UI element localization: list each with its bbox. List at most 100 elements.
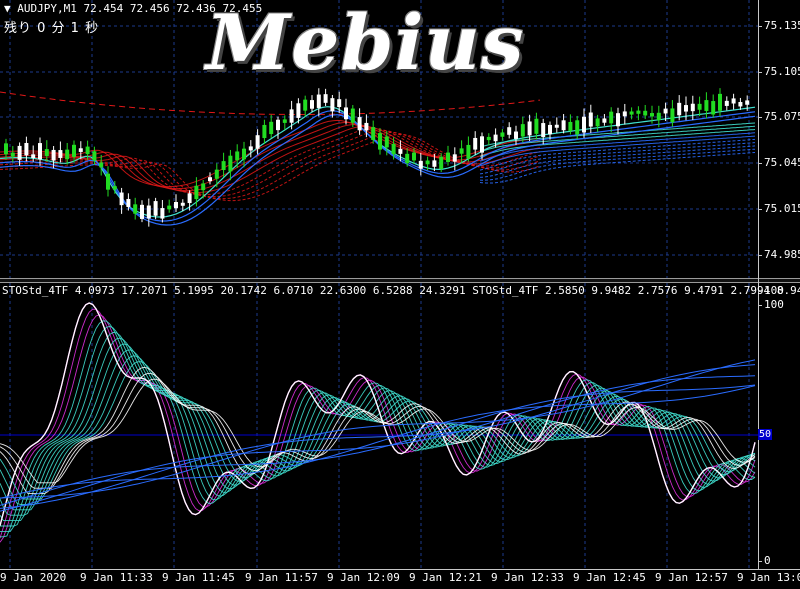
- stochastic-line: [0, 325, 756, 532]
- time-tick-label: 9 Jan 12:21: [409, 571, 482, 584]
- candle-body: [228, 155, 233, 172]
- bar-countdown-timer: 残り 0 分 1 秒: [4, 21, 100, 36]
- candle-body: [568, 121, 573, 131]
- stochastic-line: [0, 337, 756, 522]
- time-tick-label: 9 Jan 12:57: [655, 571, 728, 584]
- candle-body: [527, 121, 532, 136]
- candle-body: [38, 143, 42, 160]
- red-long-moving-average: [0, 91, 541, 115]
- axis-tick-mark: [758, 209, 762, 210]
- time-tick-label: 9 Jan 12:45: [573, 571, 646, 584]
- candle-body: [330, 98, 335, 112]
- stochastic-line: [0, 331, 756, 527]
- candle-body: [208, 177, 212, 182]
- candle-body: [10, 152, 15, 157]
- candle-body: [391, 143, 396, 155]
- indicator-axis-label: 100: [764, 284, 784, 297]
- indicator-max-label: 100: [764, 284, 784, 297]
- candle-body: [201, 183, 206, 191]
- candle-body: [146, 205, 151, 219]
- time-tick-label: 9 Jan 11:57: [245, 571, 318, 584]
- blue-moving-average: [479, 148, 756, 181]
- candle-body: [44, 149, 49, 157]
- candle-body: [643, 110, 648, 116]
- axis-tick-mark: [758, 163, 762, 164]
- candle-body: [371, 127, 376, 140]
- candle-body: [534, 118, 539, 134]
- axis-tick-mark: [758, 26, 762, 27]
- candle-body: [167, 205, 172, 210]
- dropdown-icon[interactable]: ▼: [4, 2, 11, 15]
- axis-tick-mark: [758, 255, 762, 256]
- candle-body: [486, 136, 491, 141]
- mebius-logo: Mebius: [206, 0, 525, 87]
- fast-moving-average: [0, 106, 756, 218]
- price-tick-label: 75.135: [764, 19, 800, 32]
- candle-body: [282, 119, 287, 123]
- candle-body: [174, 202, 178, 209]
- candle-body: [684, 105, 688, 112]
- candle-body: [629, 111, 634, 115]
- candle-body: [289, 109, 294, 123]
- candle-body: [452, 154, 457, 162]
- candle-body: [337, 99, 342, 108]
- candle-body: [180, 202, 185, 206]
- price-tick-label: 74.985: [764, 248, 800, 261]
- candle-body: [663, 108, 668, 114]
- candle-body: [446, 152, 450, 162]
- candle-body: [636, 110, 641, 114]
- candle-body: [133, 204, 138, 214]
- candle-body: [78, 148, 83, 152]
- candle-body: [58, 150, 63, 158]
- candle-body: [602, 118, 607, 123]
- candle-body: [507, 127, 512, 135]
- stochastic-line: [0, 355, 756, 505]
- candle-body: [276, 119, 280, 131]
- candle-body: [221, 161, 226, 171]
- time-tick-label: 9 Jan 12:09: [327, 571, 400, 584]
- candle-body: [99, 162, 104, 168]
- stochastic-main-line: [0, 302, 756, 526]
- candle-body: [140, 204, 144, 219]
- candle-body: [548, 124, 552, 135]
- candle-body: [459, 148, 464, 154]
- candle-body: [296, 103, 301, 118]
- candle-body: [24, 143, 29, 156]
- stochastic-indicator-window[interactable]: [0, 283, 758, 569]
- candle-body: [466, 144, 471, 159]
- axis-tick-mark: [758, 117, 762, 118]
- candle-body: [738, 102, 743, 107]
- candle-body: [595, 118, 600, 127]
- candle-body: [697, 103, 702, 110]
- candle-body: [262, 124, 267, 139]
- candle-body: [248, 146, 253, 151]
- indicator-min-label: 0: [764, 554, 771, 567]
- candle-body: [269, 121, 274, 135]
- stochastic-line: [0, 314, 756, 543]
- candle-body: [480, 136, 484, 153]
- stochastic-line: [0, 308, 756, 539]
- candle-body: [153, 201, 158, 216]
- candle-body: [561, 120, 566, 131]
- mt4-chart-window[interactable]: ▼ AUDJPY,M1 72.454 72.456 72.436 72.455 …: [0, 0, 800, 589]
- candle-body: [4, 143, 8, 155]
- candle-body: [85, 146, 90, 155]
- candle-body: [704, 100, 709, 111]
- candle-body: [119, 192, 124, 206]
- candle-body: [439, 156, 444, 169]
- time-tick-label: 9 Jan 2020: [0, 571, 67, 584]
- candle-body: [255, 135, 260, 149]
- candle-body: [554, 124, 559, 128]
- fast-moving-average: [0, 110, 756, 222]
- candle-body: [724, 100, 729, 106]
- candle-body: [650, 113, 654, 117]
- candle-body: [160, 208, 165, 219]
- price-tick-label: 75.105: [764, 65, 800, 78]
- indicator-axis-label: 100: [764, 298, 784, 311]
- candle-body: [670, 108, 675, 123]
- candle-body: [745, 100, 750, 105]
- candle-body: [106, 173, 110, 190]
- candle-body: [126, 198, 131, 207]
- window-splitter[interactable]: [0, 278, 800, 283]
- candle-body: [112, 186, 117, 190]
